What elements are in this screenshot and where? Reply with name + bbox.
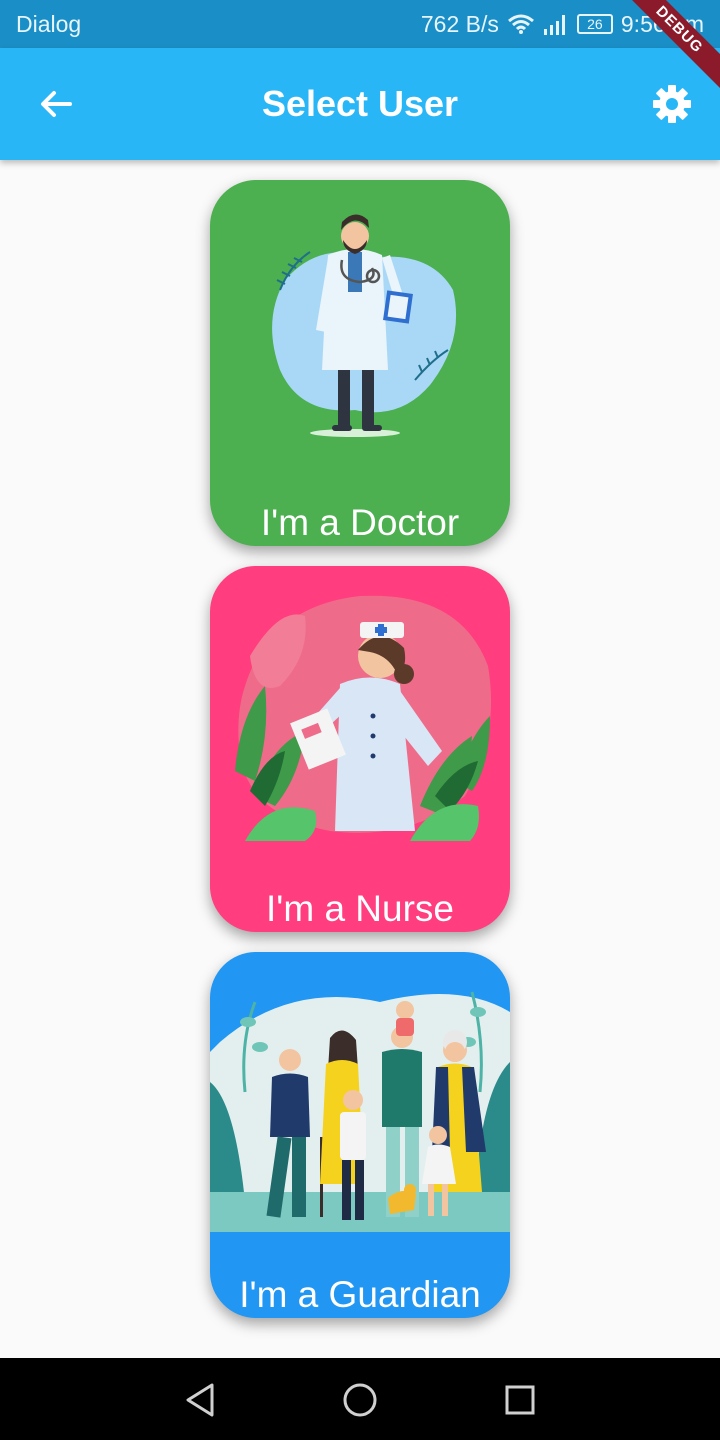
nurse-card[interactable]: I'm a Nurse: [210, 566, 510, 932]
wifi-icon: [507, 14, 534, 34]
guardian-card[interactable]: I'm a Guardian: [210, 952, 510, 1318]
status-app-name: Dialog: [16, 10, 82, 37]
network-speed: 762 B/s: [420, 10, 499, 37]
doctor-card-label: I'm a Doctor: [260, 502, 460, 543]
cell-signal-icon: [543, 15, 565, 35]
page-title: Select User: [261, 83, 459, 124]
status-bar: Dialog 762 B/s 26 9:56 am: [0, 0, 720, 48]
triangle-back-icon[interactable]: [180, 1380, 220, 1420]
system-nav-bar: [0, 1358, 720, 1440]
doctor-card[interactable]: I'm a Doctor: [210, 180, 510, 546]
circle-home-icon[interactable]: [340, 1380, 380, 1420]
nurse-illustration: [235, 595, 492, 841]
nurse-card-label: I'm a Nurse: [266, 888, 454, 929]
battery-icon: 26: [576, 14, 613, 34]
square-recents-icon[interactable]: [500, 1380, 540, 1420]
app-bar: Select User: [0, 48, 720, 160]
settings-gear-icon[interactable]: [652, 84, 692, 124]
guardian-family-illustration: [210, 991, 510, 1232]
doctor-illustration: [272, 214, 457, 437]
guardian-card-label: I'm a Guardian: [239, 1274, 481, 1315]
arrow-back-icon[interactable]: [36, 84, 76, 124]
